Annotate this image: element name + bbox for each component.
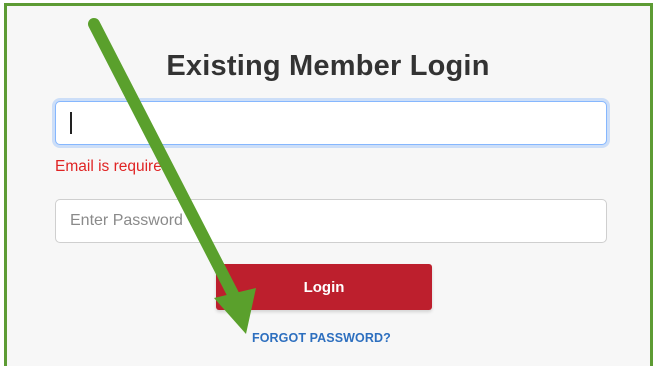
email-error-message: Email is required. (55, 158, 175, 175)
forgot-password-link[interactable]: FORGOT PASSWORD? (252, 331, 391, 345)
password-field[interactable] (55, 199, 607, 243)
login-button[interactable]: Login (216, 264, 432, 310)
email-field[interactable] (55, 101, 607, 145)
text-cursor (70, 112, 72, 134)
page-title: Existing Member Login (166, 50, 490, 82)
